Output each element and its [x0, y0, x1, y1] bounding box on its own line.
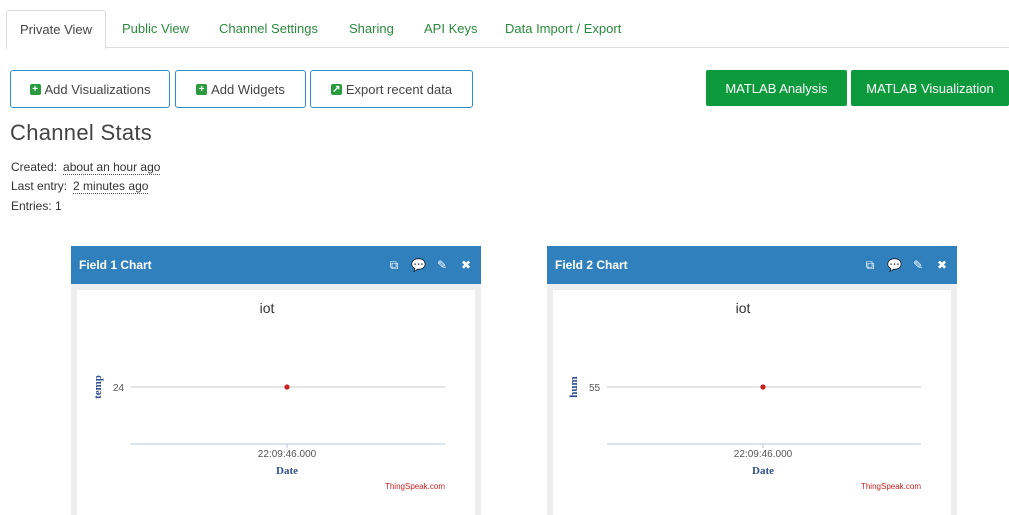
entries-value: 1 [55, 199, 62, 213]
panel-title: Field 2 Chart [555, 258, 628, 272]
tab-bar: Private View Public View Channel Setting… [6, 10, 1009, 49]
export-recent-data-label: Export recent data [345, 81, 453, 97]
channel-stats-title: Channel Stats [10, 120, 153, 145]
add-widgets-button[interactable]: + Add Widgets [175, 70, 306, 108]
tab-data-import-export[interactable]: Data Import / Export [492, 10, 634, 48]
export-icon: ↗ [330, 83, 342, 95]
chart-title: iot [260, 300, 275, 316]
y-axis-label: temp [92, 375, 104, 399]
x-axis-label: Date [276, 465, 298, 477]
data-point[interactable] [760, 384, 766, 390]
external-link-icon[interactable]: ⧉ [863, 258, 877, 273]
thingspeak-credit-link[interactable]: ThingSpeak.com [861, 482, 921, 491]
panel-header: Field 2 Chart ⧉ 💬 ✎ ✖ [547, 246, 957, 284]
tab-sharing[interactable]: Sharing [336, 10, 407, 48]
plus-icon: + [196, 83, 208, 95]
panel-title: Field 1 Chart [79, 258, 152, 272]
chart-svg: iot temp 24 22:09:46.000 Date ThingSpeak… [92, 300, 445, 491]
chart-title: iot [736, 300, 751, 316]
external-link-icon[interactable]: ⧉ [387, 258, 401, 273]
tab-private-view[interactable]: Private View [6, 10, 107, 49]
x-tick-label: 22:09:46.000 [258, 449, 317, 460]
export-recent-data-button[interactable]: ↗ Export recent data [310, 70, 473, 108]
stat-entries: Entries: 1 [11, 199, 62, 213]
tab-channel-settings[interactable]: Channel Settings [206, 10, 331, 48]
y-axis-label: hum [568, 376, 580, 397]
field-1-chart-panel: Field 1 Chart ⧉ 💬 ✎ ✖ iot temp 24 22:09:… [71, 246, 481, 515]
stat-last-entry: Last entry: 2 minutes ago [11, 179, 149, 194]
add-visualizations-button[interactable]: + Add Visualizations [10, 70, 170, 108]
close-icon[interactable]: ✖ [459, 258, 473, 273]
matlab-visualization-button[interactable]: MATLAB Visualization [851, 70, 1009, 106]
pencil-icon[interactable]: ✎ [435, 258, 449, 273]
x-tick-label: 22:09:46.000 [734, 449, 793, 460]
tab-public-view[interactable]: Public View [109, 10, 202, 48]
created-label: Created: [11, 160, 58, 174]
data-point[interactable] [284, 384, 290, 390]
add-visualizations-label: Add Visualizations [44, 81, 151, 97]
comment-icon[interactable]: 💬 [411, 258, 426, 273]
comment-icon[interactable]: 💬 [887, 258, 902, 273]
close-icon[interactable]: ✖ [935, 258, 949, 273]
y-tick-label: 24 [113, 383, 125, 394]
plus-icon: + [29, 83, 41, 95]
chart-svg: iot hum 55 22:09:46.000 Date ThingSpeak.… [568, 300, 921, 491]
pencil-icon[interactable]: ✎ [911, 258, 925, 273]
entries-label: Entries: [11, 199, 52, 213]
add-widgets-label: Add Widgets [211, 81, 285, 97]
last-entry-value: 2 minutes ago [73, 179, 149, 194]
field-2-chart-panel: Field 2 Chart ⧉ 💬 ✎ ✖ iot hum 55 22:09:4… [547, 246, 957, 515]
chart-area: iot hum 55 22:09:46.000 Date ThingSpeak.… [553, 290, 951, 515]
last-entry-label: Last entry: [11, 179, 68, 193]
stat-created: Created: about an hour ago [11, 160, 161, 175]
chart-area: iot temp 24 22:09:46.000 Date ThingSpeak… [77, 290, 475, 515]
thingspeak-credit-link[interactable]: ThingSpeak.com [385, 482, 445, 491]
x-axis-label: Date [752, 465, 774, 477]
matlab-analysis-button[interactable]: MATLAB Analysis [706, 70, 847, 106]
created-value: about an hour ago [63, 160, 161, 175]
panel-header: Field 1 Chart ⧉ 💬 ✎ ✖ [71, 246, 481, 284]
y-tick-label: 55 [589, 383, 601, 394]
tab-api-keys[interactable]: API Keys [411, 10, 490, 48]
